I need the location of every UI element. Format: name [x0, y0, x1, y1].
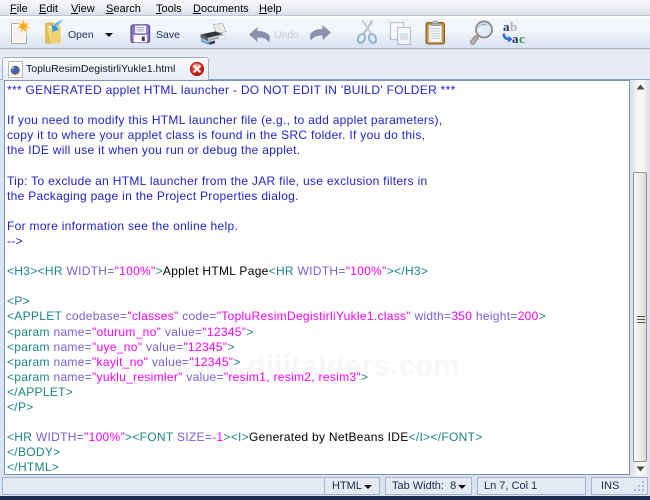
svg-text:a: a [503, 21, 510, 34]
svg-text:a: a [512, 31, 519, 45]
svg-text:c: c [519, 31, 525, 45]
